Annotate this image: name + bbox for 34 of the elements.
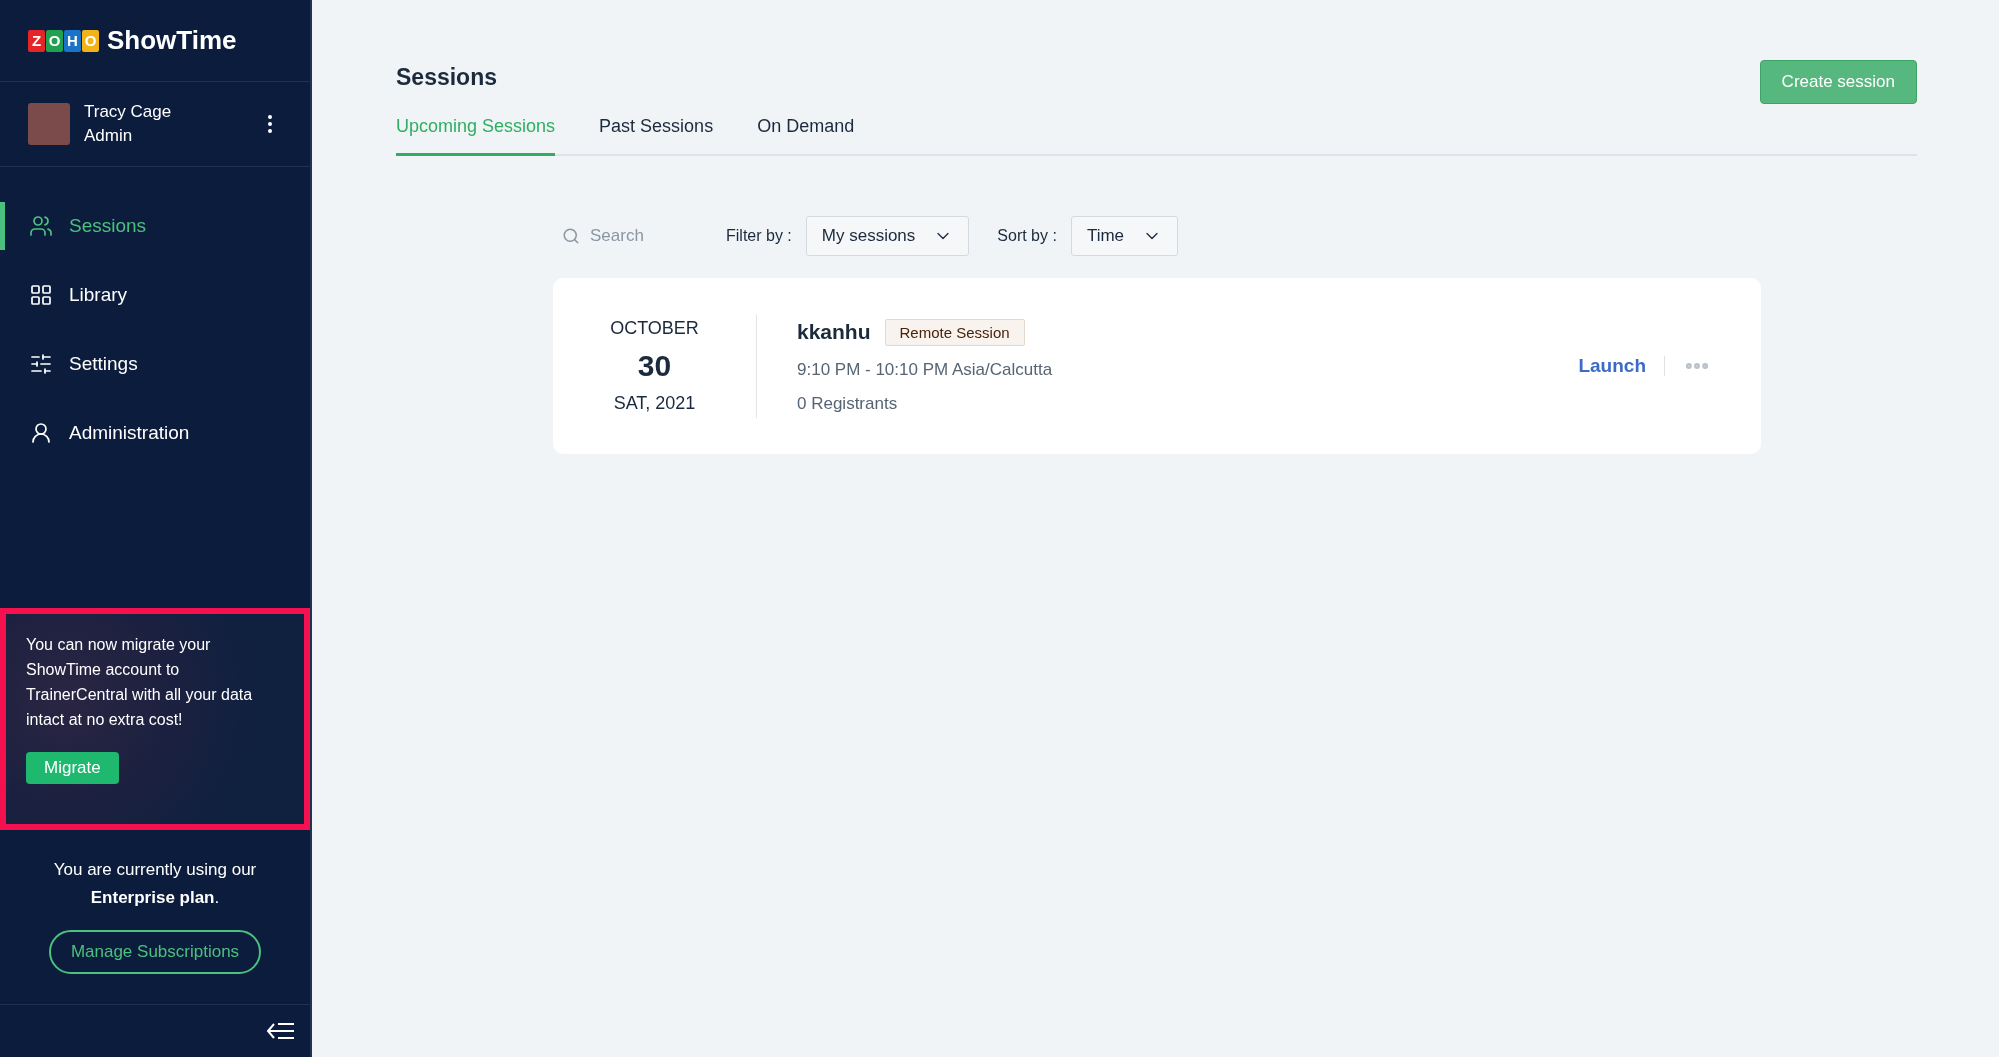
launch-link[interactable]: Launch [1578,355,1646,377]
nav-item[interactable]: Settings [0,340,310,388]
grid-icon [29,283,53,307]
page-title: Sessions [396,63,497,91]
user-name: Tracy Cage [84,102,173,122]
session-month: OCTOBER [610,318,699,339]
registrants-count: 0 Registrants [797,393,899,414]
filter-label: Filter by : [726,227,792,245]
filter-dropdown[interactable]: My sessions [805,216,970,256]
sort-dropdown[interactable]: Time [1070,216,1179,256]
sort-label: Sort by : [997,227,1057,245]
session-time: 9:10 PM - 10:10 PM Asia/Calcutta [797,359,1054,380]
search-field[interactable]: Search [588,225,702,247]
nav-item[interactable]: Library [0,271,310,319]
tab[interactable]: Past Sessions [599,104,714,156]
plan-text: You are currently using our Enterprise plan. [52,859,258,909]
nav-item[interactable]: Administration [0,409,310,457]
product-name: ShowTime [107,25,237,56]
logo-letters: Z O H O [28,29,99,52]
session-day: 30 [637,349,672,383]
sliders-icon [29,352,53,376]
session-name: kkanhu [797,320,871,344]
nav-item[interactable]: Sessions [0,202,310,250]
search-icon [562,227,580,245]
avatar-placeholder [28,103,70,145]
tab[interactable]: On Demand [757,104,855,156]
session-weekday-year: SAT, 2021 [613,393,696,414]
user-icon [29,421,53,445]
collapse-icon[interactable] [266,1021,296,1041]
user-role: Admin [84,126,134,146]
session-tag: Remote Session [884,318,1025,346]
people-icon [29,214,53,238]
promo-text: You can now migrate your ShowTime account to TrainerCentral with all your data intact at no extra cost! [26,635,254,730]
manage-subscriptions-button[interactable]: Manage Subscriptions [48,930,262,974]
